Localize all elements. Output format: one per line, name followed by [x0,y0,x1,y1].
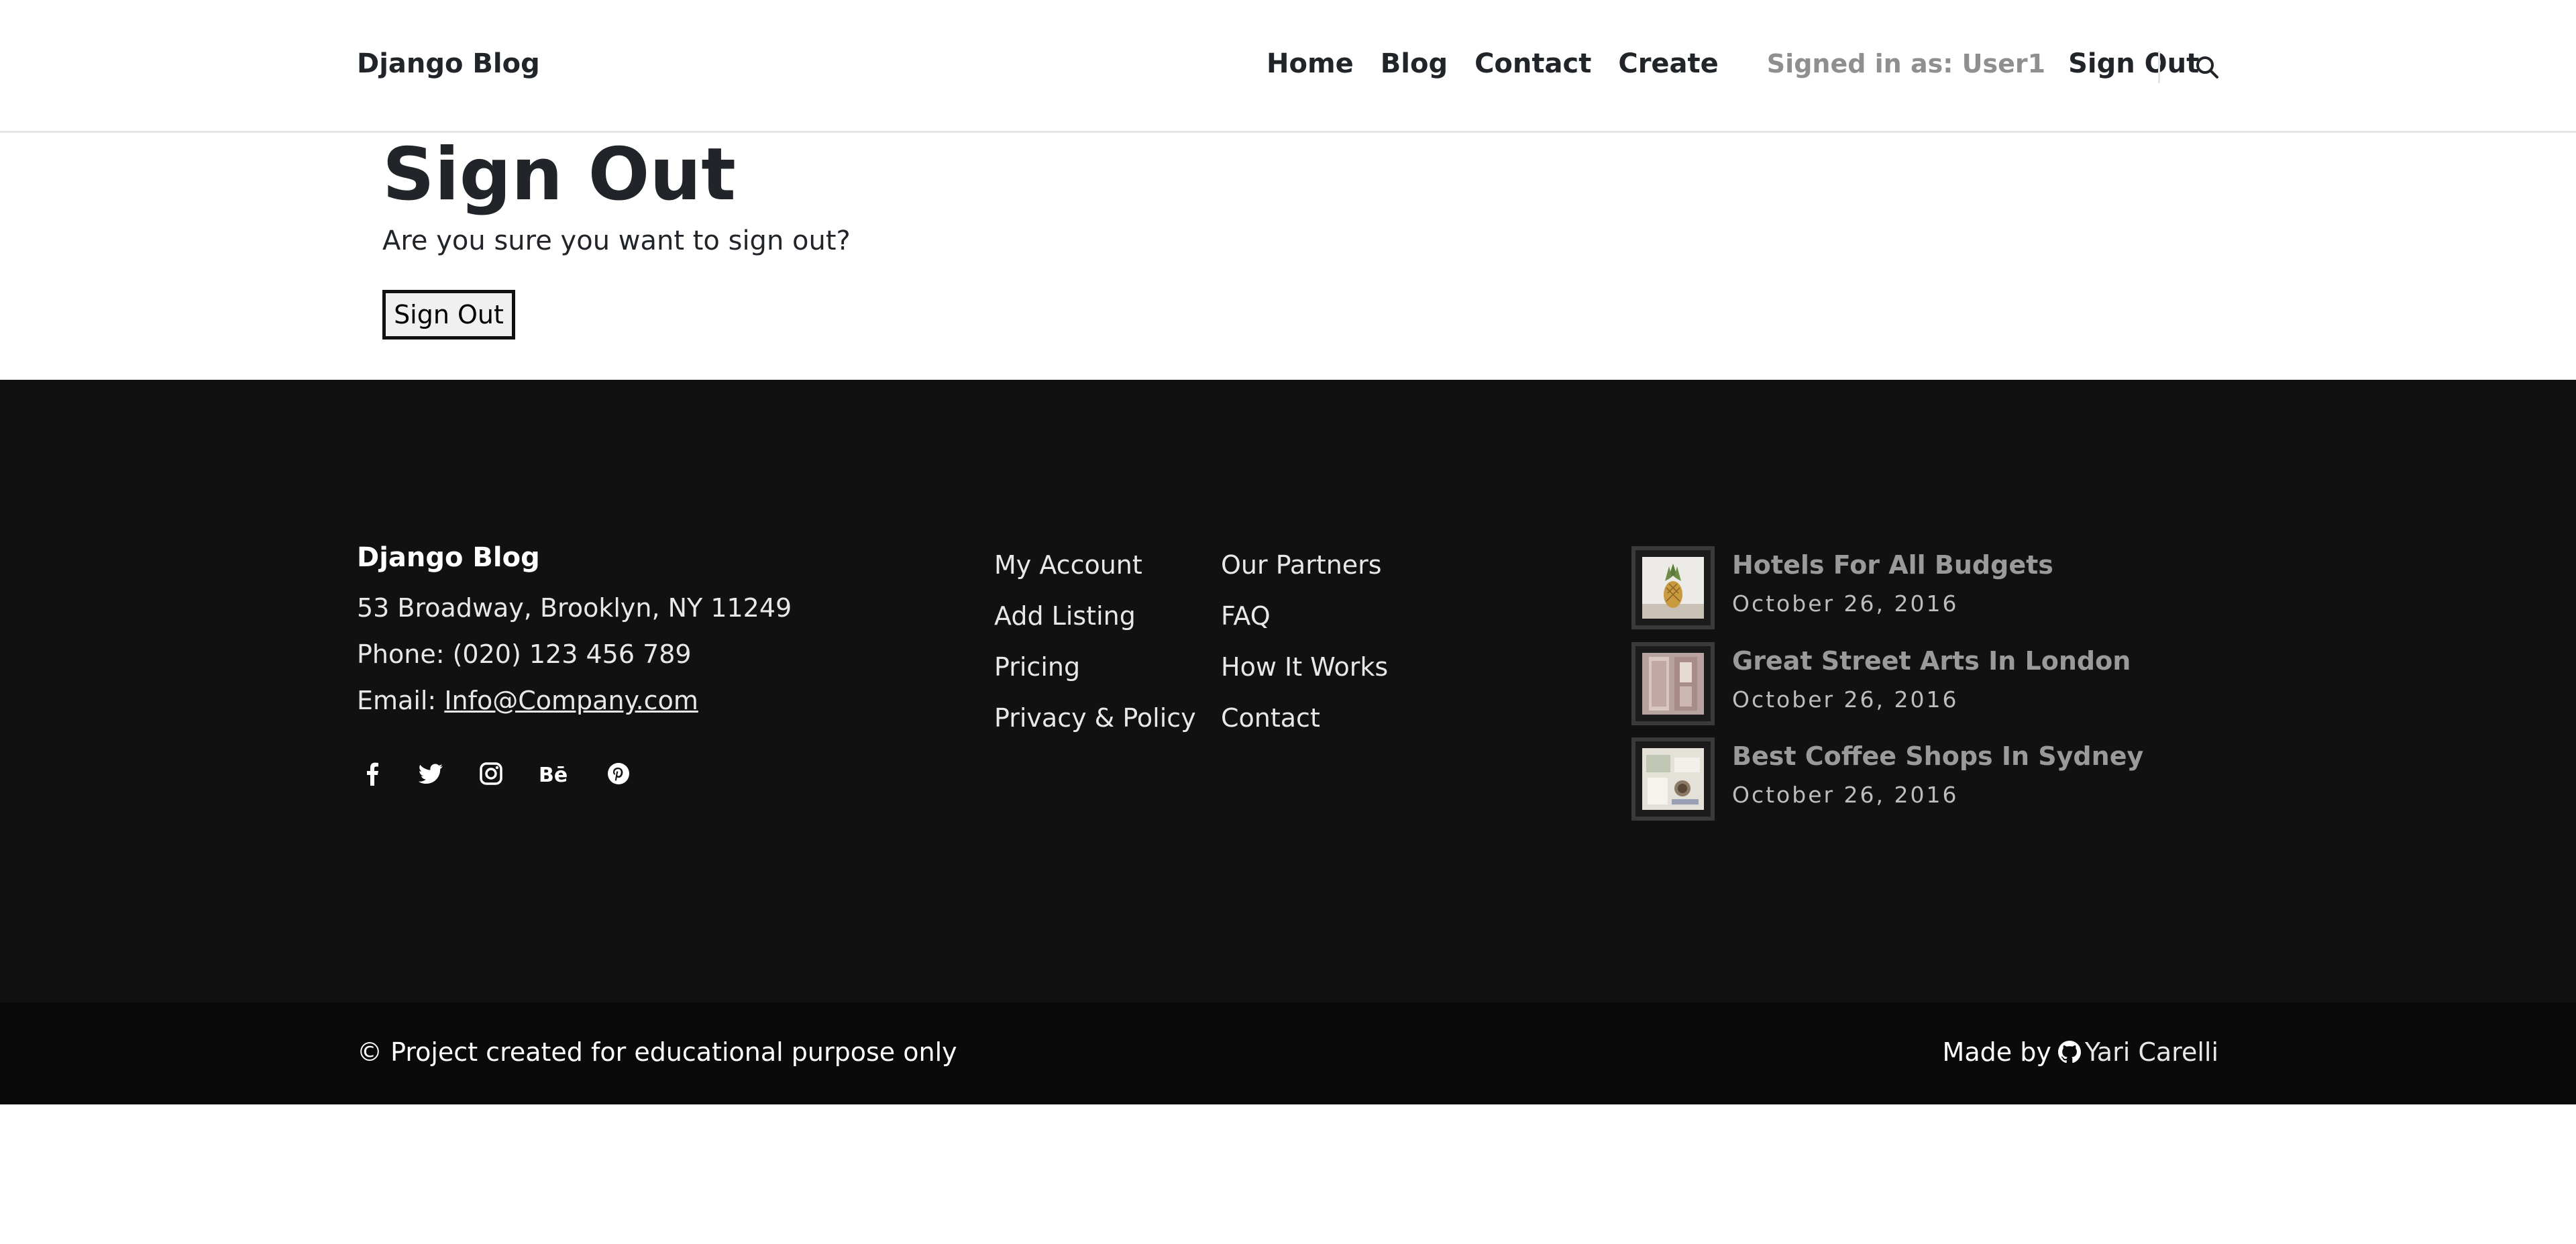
facebook-icon[interactable] [358,759,388,788]
nav-blog[interactable]: Blog [1381,48,1448,79]
nav-create[interactable]: Create [1618,48,1718,79]
footer-email-line: Email: Info@Company.com [357,686,698,715]
search-icon[interactable] [2194,54,2220,81]
footer-link-add-listing[interactable]: Add Listing [994,601,1196,652]
site-footer: Django Blog 53 Broadway, Brooklyn, NY 11… [0,380,2576,1002]
made-by-label: Made by [1942,1037,2051,1067]
post-thumbnail[interactable] [1631,642,1715,725]
footer-link-my-account[interactable]: My Account [994,550,1196,601]
footer-links-col-1: My Account Add Listing Pricing Privacy &… [994,550,1196,754]
copyright-text: © Project created for educational purpos… [357,1037,957,1067]
post-thumbnail[interactable] [1631,737,1715,821]
site-brand[interactable]: Django Blog [357,48,540,79]
post-date: October 26, 2016 [1732,590,1959,617]
pineapple-image [1642,557,1704,619]
footer-brand: Django Blog [357,542,540,573]
nav-contact[interactable]: Contact [1474,48,1591,79]
pinterest-icon[interactable] [604,759,633,788]
footer-link-faq[interactable]: FAQ [1221,601,1388,652]
footer-bottom-bar: © Project created for educational purpos… [0,1002,2576,1104]
made-by: Made by Yari Carelli [1943,1037,2218,1067]
author-link[interactable]: Yari Carelli [2085,1037,2218,1067]
twitter-icon[interactable] [416,759,445,788]
sign-out-question: Are you sure you want to sign out? [382,225,851,256]
coffee-shop-image [1642,748,1704,810]
post-title[interactable]: Great Street Arts In London [1732,646,2131,676]
sign-out-button[interactable]: Sign Out [382,290,515,340]
email-link[interactable]: Info@Company.com [444,686,698,715]
signed-in-label: Signed in as: User1 [1766,49,2046,79]
post-date: October 26, 2016 [1732,782,1959,808]
behance-icon[interactable]: Bē [538,759,572,788]
nav-sign-out[interactable]: Sign Out [2068,48,2199,79]
footer-link-contact[interactable]: Contact [1221,703,1388,754]
svg-text:Bē: Bē [539,764,568,787]
nav-divider [2158,51,2160,83]
post-thumbnail[interactable] [1631,546,1715,629]
post-title[interactable]: Hotels For All Budgets [1732,550,2053,580]
github-icon[interactable] [2057,1041,2081,1064]
post-date: October 26, 2016 [1732,686,1959,713]
page-title: Sign Out [382,133,736,217]
email-label: Email: [357,686,437,715]
instagram-icon[interactable] [476,759,506,788]
footer-link-our-partners[interactable]: Our Partners [1221,550,1388,601]
footer-phone: Phone: (020) 123 456 789 [357,639,692,669]
footer-link-pricing[interactable]: Pricing [994,652,1196,703]
street-art-image [1642,653,1704,715]
footer-links-col-2: Our Partners FAQ How It Works Contact [1221,550,1388,754]
footer-link-privacy-policy[interactable]: Privacy & Policy [994,703,1196,754]
footer-link-how-it-works[interactable]: How It Works [1221,652,1388,703]
footer-address: 53 Broadway, Brooklyn, NY 11249 [357,593,792,623]
nav-home[interactable]: Home [1267,48,1354,79]
site-header: Django Blog Home Blog Contact Create Sig… [0,0,2576,133]
post-title[interactable]: Best Coffee Shops In Sydney [1732,741,2143,771]
main-nav: Home Blog Contact Create Signed in as: U… [1267,48,2199,79]
